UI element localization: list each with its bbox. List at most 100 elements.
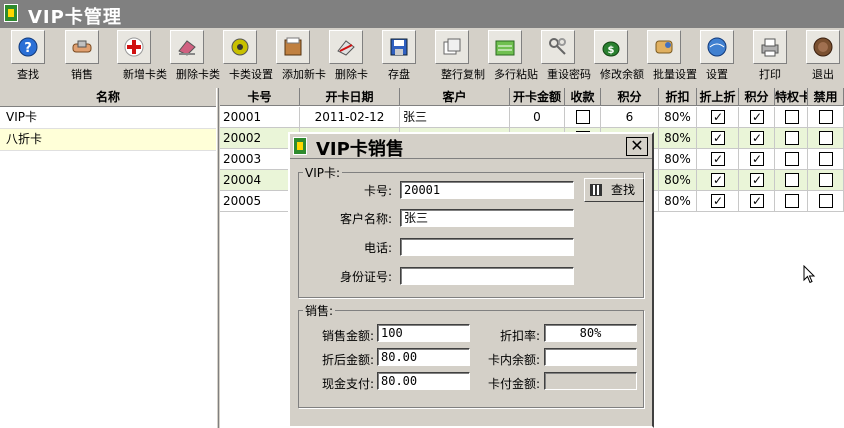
discount-rate-input[interactable]: 80% (544, 324, 637, 342)
column-header[interactable]: 折上折 (697, 88, 739, 106)
table-cell-discount[interactable]: 80% (659, 170, 697, 191)
table-cell-customer[interactable]: 张三 (400, 107, 510, 128)
toolbar-button-printer[interactable]: 打印 (753, 28, 787, 82)
toolbar-button-card-file[interactable]: 添加新卡 (276, 28, 326, 82)
card-balance-input[interactable] (544, 348, 637, 366)
column-header[interactable]: 开卡金额 (510, 88, 565, 106)
column-header[interactable]: 特权卡 (775, 88, 808, 106)
customer-input[interactable]: 张三 (400, 209, 574, 227)
toolbar-button-keys[interactable]: 重设密码 (541, 28, 591, 82)
column-header[interactable]: 客户 (400, 88, 510, 106)
toolbar-button-red-cross-add[interactable]: 新增卡类 (117, 28, 167, 82)
checkbox[interactable] (819, 194, 833, 208)
table-cell-amount[interactable]: 0 (510, 107, 565, 128)
checkbox[interactable]: ✓ (750, 131, 764, 145)
checkbox[interactable] (576, 110, 590, 124)
column-header[interactable]: 积分 (739, 88, 775, 106)
column-header[interactable]: 积分 (601, 88, 659, 106)
checkbox[interactable] (819, 131, 833, 145)
toolbar-button-eraser-delete[interactable]: 删除卡类 (170, 28, 220, 82)
checkbox[interactable] (785, 194, 799, 208)
card-no-input[interactable]: 20001 (400, 181, 574, 199)
table-cell-points_flag[interactable]: ✓ (739, 128, 775, 149)
table-cell-points_flag[interactable]: ✓ (739, 191, 775, 212)
table-cell-discount[interactable]: 80% (659, 107, 697, 128)
table-cell-double_discount[interactable]: ✓ (697, 128, 739, 149)
checkbox[interactable] (785, 173, 799, 187)
checkbox[interactable]: ✓ (711, 152, 725, 166)
id-number-label: 身份证号: (339, 270, 392, 284)
table-cell-points_flag[interactable]: ✓ (739, 170, 775, 191)
checkbox[interactable] (819, 110, 833, 124)
table-cell-disabled[interactable] (808, 149, 844, 170)
checkbox[interactable]: ✓ (750, 110, 764, 124)
table-cell-collected[interactable] (565, 107, 601, 128)
checkbox[interactable] (785, 131, 799, 145)
checkbox[interactable]: ✓ (711, 173, 725, 187)
card-type-item[interactable]: 八折卡 (0, 129, 216, 151)
window-titlebar: VIP卡管理 (0, 0, 844, 28)
checkbox[interactable] (819, 152, 833, 166)
table-cell-privilege[interactable] (775, 191, 808, 212)
column-header[interactable]: 卡号 (220, 88, 300, 106)
find-button[interactable]: 查找 (584, 178, 644, 202)
delete-card-icon (329, 30, 363, 64)
table-cell-privilege[interactable] (775, 149, 808, 170)
column-header[interactable]: 收款 (565, 88, 601, 106)
table-cell-double_discount[interactable]: ✓ (697, 107, 739, 128)
id-number-input[interactable] (400, 267, 574, 285)
table-cell-points[interactable]: 6 (601, 107, 659, 128)
table-cell-date[interactable]: 2011-02-12 (300, 107, 400, 128)
table-cell-privilege[interactable] (775, 170, 808, 191)
table-cell-disabled[interactable] (808, 191, 844, 212)
table-cell-disabled[interactable] (808, 170, 844, 191)
table-cell-disabled[interactable] (808, 128, 844, 149)
table-cell-card_no[interactable]: 20001 (220, 107, 300, 128)
checkbox[interactable]: ✓ (750, 194, 764, 208)
table-cell-points_flag[interactable]: ✓ (739, 107, 775, 128)
toolbar-button-help-search[interactable]: ? 查找 (11, 28, 45, 82)
checkbox[interactable]: ✓ (711, 194, 725, 208)
table-cell-double_discount[interactable]: ✓ (697, 191, 739, 212)
checkbox[interactable]: ✓ (711, 131, 725, 145)
after-discount-label: 折后金额: (321, 353, 374, 367)
table-cell-discount[interactable]: 80% (659, 191, 697, 212)
table-cell-double_discount[interactable]: ✓ (697, 170, 739, 191)
close-button[interactable]: ✕ (626, 137, 648, 156)
table-cell-discount[interactable]: 80% (659, 128, 697, 149)
after-discount-input[interactable]: 80.00 (377, 348, 470, 366)
checkbox[interactable]: ✓ (711, 110, 725, 124)
panel-splitter[interactable] (216, 88, 219, 428)
toolbar-button-settings-globe[interactable]: 设置 (700, 28, 734, 82)
toolbar-button-money-bag[interactable]: $ 修改余额 (594, 28, 644, 82)
toolbar-button-copy-row[interactable]: 整行复制 (435, 28, 485, 82)
help-search-icon: ? (11, 30, 45, 64)
checkbox[interactable]: ✓ (750, 152, 764, 166)
toolbar-button-paste-rows[interactable]: 多行粘贴 (488, 28, 538, 82)
toolbar-button-handshake[interactable]: 销售 (65, 28, 99, 82)
toolbar-button-batch-settings[interactable]: 批量设置 (647, 28, 697, 82)
toolbar-button-floppy-save[interactable]: 存盘 (382, 28, 416, 82)
checkbox[interactable] (819, 173, 833, 187)
card-type-item[interactable]: VIP卡 (0, 107, 216, 129)
table-cell-double_discount[interactable]: ✓ (697, 149, 739, 170)
toolbar-label: 删除卡 (335, 68, 368, 81)
phone-input[interactable] (400, 238, 574, 256)
checkbox[interactable] (785, 152, 799, 166)
column-header[interactable]: 禁用 (808, 88, 844, 106)
column-header[interactable]: 折扣 (659, 88, 697, 106)
table-cell-disabled[interactable] (808, 107, 844, 128)
table-cell-privilege[interactable] (775, 128, 808, 149)
toolbar-button-exit[interactable]: 退出 (806, 28, 840, 82)
cash-pay-input[interactable]: 80.00 (377, 372, 470, 390)
table-row[interactable]: 20001 2011-02-12 张三 0 6 80% ✓ ✓ (220, 107, 844, 128)
table-cell-privilege[interactable] (775, 107, 808, 128)
toolbar-button-gear-settings[interactable]: 卡类设置 (223, 28, 273, 82)
toolbar-button-delete-card[interactable]: 删除卡 (329, 28, 368, 82)
checkbox[interactable] (785, 110, 799, 124)
checkbox[interactable]: ✓ (750, 173, 764, 187)
sale-amount-input[interactable]: 100 (377, 324, 470, 342)
table-cell-discount[interactable]: 80% (659, 149, 697, 170)
table-cell-points_flag[interactable]: ✓ (739, 149, 775, 170)
column-header[interactable]: 开卡日期 (300, 88, 400, 106)
